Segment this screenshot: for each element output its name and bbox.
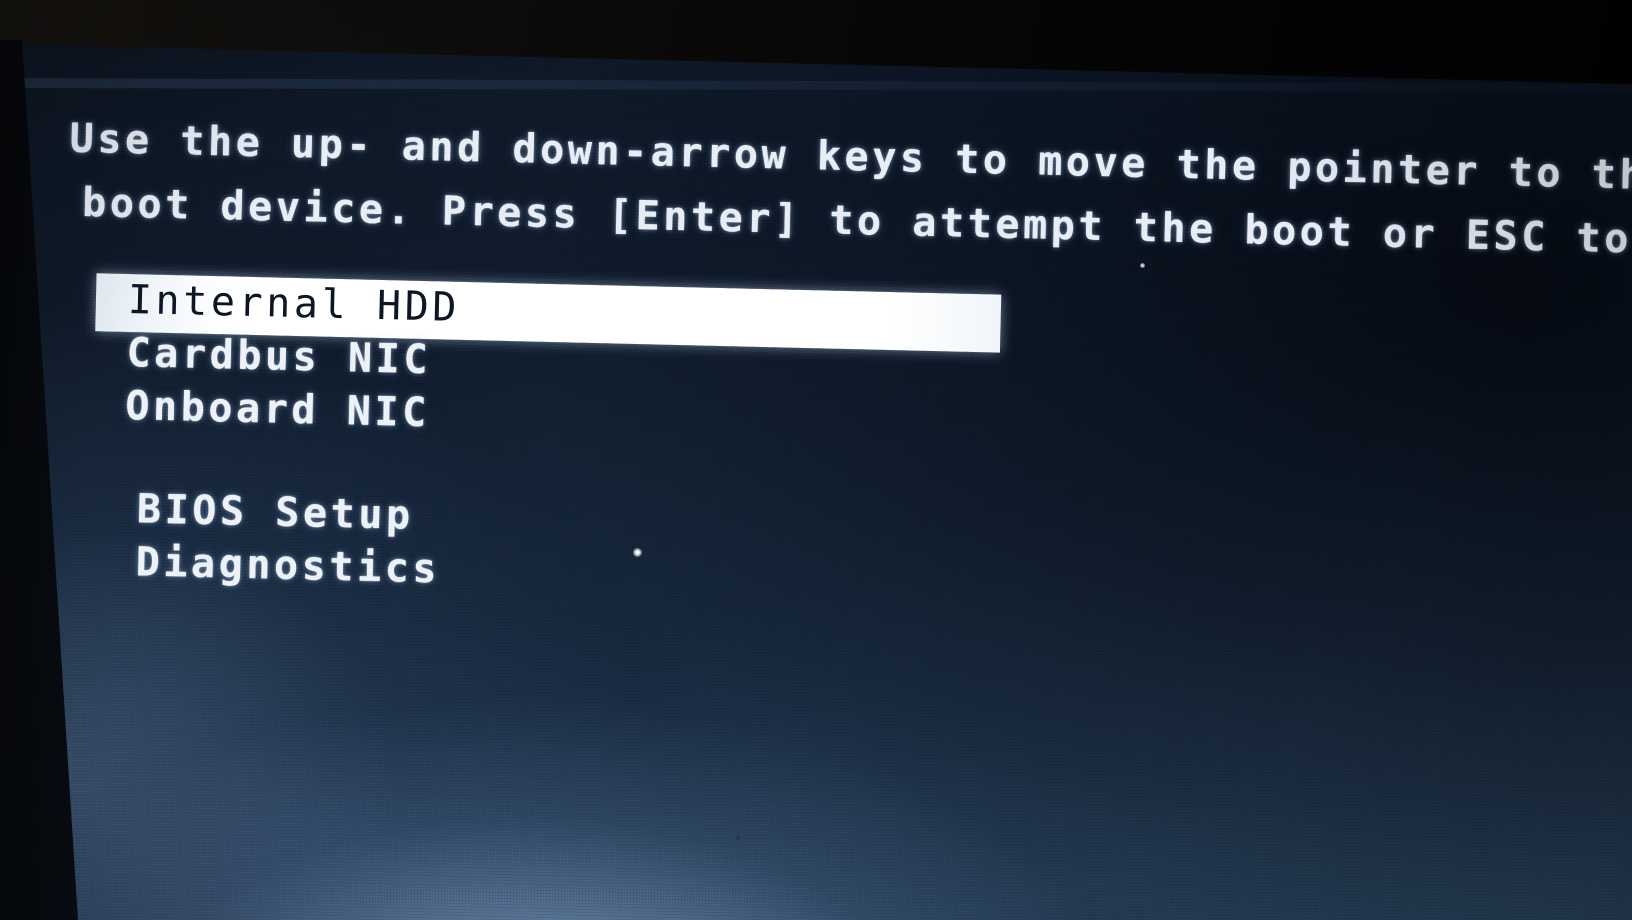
boot-device-list: Internal HDD Cardbus NIC Onboard NIC BIO… (77, 273, 1184, 618)
instruction-line-2: boot device. Press [Enter] to attempt th… (81, 179, 1632, 264)
menu-item-label: Onboard NIC (124, 383, 431, 437)
menu-item-label: Internal HDD (127, 277, 461, 331)
screen-content: Use the up- and down-arrow keys to move … (50, 61, 1632, 920)
menu-item-label: BIOS Setup (136, 486, 415, 539)
photographed-laptop-screen: Use the up- and down-arrow keys to move … (0, 0, 1632, 920)
menu-item-label: Diagnostics (135, 539, 441, 593)
menu-item-label: Cardbus NIC (126, 330, 432, 384)
bios-boot-menu-screen: Use the up- and down-arrow keys to move … (0, 40, 1632, 920)
